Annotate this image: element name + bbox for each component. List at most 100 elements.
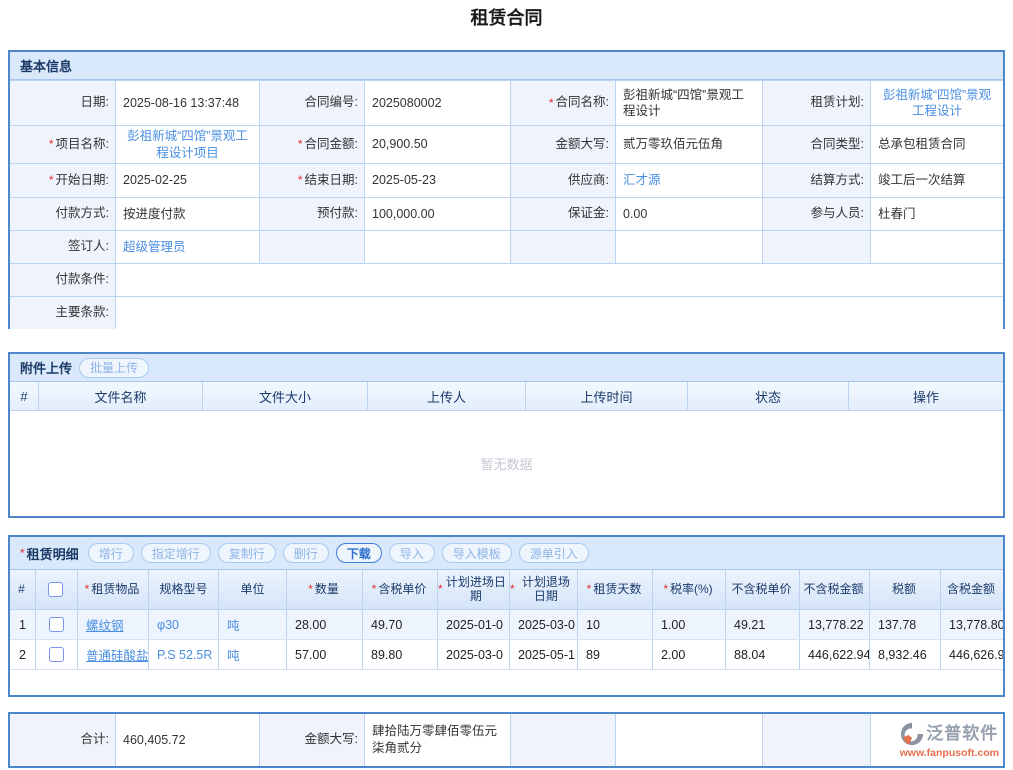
empty-cell	[510, 714, 615, 766]
unit-cell[interactable]: 吨	[227, 615, 240, 634]
attachments-header-row: # 文件名称 文件大小 上传人 上传时间 状态 操作	[10, 382, 1003, 411]
field-pay-method-value: 按进度付款	[115, 198, 259, 230]
att-col-filesize: 文件大小	[202, 382, 367, 410]
attachments-section-header: 附件上传 批量上传	[10, 354, 1003, 382]
field-date-value: 2025-08-16 13:37:48	[115, 81, 259, 125]
empty-cell	[762, 231, 870, 263]
fanpu-logo: 泛普软件 www.fanpusoft.com	[900, 722, 999, 759]
field-lease-plan-link[interactable]: 彭祖新城“四馆”景观工程设计	[878, 87, 996, 120]
brand-name: 泛普软件	[926, 725, 998, 742]
field-settle-method-label: 结算方式:	[762, 164, 870, 197]
field-contract-name-value: 彭祖新城“四馆”景观工程设计	[615, 81, 762, 125]
col-select	[35, 570, 77, 609]
col-price-inc-tax: *含税单价	[362, 570, 437, 609]
tax-amount-cell: 137.78	[869, 610, 940, 639]
lease-days-cell[interactable]: 10	[577, 610, 652, 639]
amount-ex-tax-cell: 13,778.22	[799, 610, 869, 639]
field-supplier-label: 供应商:	[510, 164, 615, 197]
field-amount-caps-value: 贰万零玖佰元伍角	[615, 126, 762, 163]
field-contract-name-label: *合同名称:	[510, 81, 615, 125]
att-col-filename: 文件名称	[38, 382, 202, 410]
col-unit: 单位	[218, 570, 286, 609]
field-amount-caps-label: 金额大写:	[510, 126, 615, 163]
field-prepay-value: 100,000.00	[364, 198, 510, 230]
qty-cell[interactable]: 57.00	[286, 640, 362, 669]
field-pay-terms-value	[115, 264, 1003, 296]
field-contract-no-label: 合同编号:	[259, 81, 364, 125]
col-qty: *数量	[286, 570, 362, 609]
planned-out-date-cell[interactable]: 2025-03-0	[509, 610, 577, 639]
basic-info-title: 基本信息	[20, 56, 72, 75]
tax-rate-cell[interactable]: 1.00	[652, 610, 725, 639]
tax-rate-cell[interactable]: 2.00	[652, 640, 725, 669]
field-signer-label: 签订人:	[10, 231, 115, 263]
price-inc-tax-cell[interactable]: 49.70	[362, 610, 437, 639]
item-link[interactable]: 螺纹钢	[86, 615, 124, 634]
col-price-ex-tax: 不含税单价	[725, 570, 799, 609]
col-lease-days: *租赁天数	[577, 570, 652, 609]
empty-cell	[615, 231, 762, 263]
add-row-button[interactable]: 增行	[88, 543, 134, 563]
row-checkbox[interactable]	[49, 647, 64, 662]
qty-cell[interactable]: 28.00	[286, 610, 362, 639]
download-button[interactable]: 下载	[336, 543, 382, 563]
select-all-checkbox[interactable]	[48, 582, 63, 597]
source-doc-button[interactable]: 源单引入	[519, 543, 589, 563]
price-ex-tax-cell: 88.04	[725, 640, 799, 669]
field-supplier-link[interactable]: 汇才源	[623, 172, 661, 188]
fanpu-logo-icon	[900, 722, 924, 746]
item-link[interactable]: 普通硅酸盐	[86, 645, 148, 664]
delete-row-button[interactable]: 删行	[283, 543, 329, 563]
unit-cell[interactable]: 吨	[227, 645, 240, 664]
spec-cell[interactable]: φ30	[157, 618, 179, 632]
total-label: 合计:	[10, 714, 115, 766]
lease-detail-panel: * 租赁明细 增行 指定增行 复制行 删行 下载 导入 导入模板 源单引入 # …	[8, 535, 1005, 697]
copy-row-button[interactable]: 复制行	[218, 543, 276, 563]
import-button[interactable]: 导入	[389, 543, 435, 563]
col-item: *租赁物品	[77, 570, 148, 609]
att-col-index: #	[10, 382, 38, 410]
import-template-button[interactable]: 导入模板	[442, 543, 512, 563]
field-pay-terms-label: 付款条件:	[10, 264, 115, 296]
att-col-actions: 操作	[848, 382, 1003, 410]
col-planned-in-date: *计划进场日期	[437, 570, 509, 609]
field-project-name-label: *项目名称:	[10, 126, 115, 163]
field-main-terms-label: 主要条款:	[10, 297, 115, 329]
planned-in-date-cell[interactable]: 2025-03-0	[437, 640, 509, 669]
price-inc-tax-cell[interactable]: 89.80	[362, 640, 437, 669]
att-col-uploader: 上传人	[367, 382, 525, 410]
lease-contract-page: 租赁合同 基本信息 日期: 2025-08-16 13:37:48 合同编号: …	[0, 0, 1013, 770]
total-value: 460,405.72	[115, 714, 259, 766]
col-tax-rate: *税率(%)	[652, 570, 725, 609]
field-start-date-label: *开始日期:	[10, 164, 115, 197]
spec-cell[interactable]: P.S 52.5R	[157, 648, 212, 662]
insert-row-button[interactable]: 指定增行	[141, 543, 211, 563]
empty-cell	[870, 231, 1003, 263]
price-ex-tax-cell: 49.21	[725, 610, 799, 639]
brand-url: www.fanpusoft.com	[900, 748, 999, 759]
batch-upload-button[interactable]: 批量上传	[79, 358, 149, 378]
basic-info-panel: 基本信息 日期: 2025-08-16 13:37:48 合同编号: 20250…	[8, 50, 1005, 329]
field-start-date-value: 2025-02-25	[115, 164, 259, 197]
col-spec: 规格型号	[148, 570, 218, 609]
planned-out-date-cell[interactable]: 2025-05-1	[509, 640, 577, 669]
field-end-date-label: *结束日期:	[259, 164, 364, 197]
field-contract-no-value: 2025080002	[364, 81, 510, 125]
field-main-terms-value	[115, 297, 1003, 329]
field-contract-amount-value: 20,900.50	[364, 126, 510, 163]
row-index: 1	[10, 610, 35, 639]
row-checkbox[interactable]	[49, 617, 64, 632]
col-planned-out-date: *计划退场日期	[509, 570, 577, 609]
empty-cell	[364, 231, 510, 263]
field-participants-value: 杜春门	[870, 198, 1003, 230]
lease-detail-header-row: # *租赁物品 规格型号 单位 *数量 *含税单价 *计划进场日期 *计划退场日…	[10, 570, 1003, 610]
planned-in-date-cell[interactable]: 2025-01-0	[437, 610, 509, 639]
empty-state-text: 暂无数据	[480, 454, 532, 473]
amount-ex-tax-cell: 446,622.94	[799, 640, 869, 669]
field-settle-method-value: 竣工后一次结算	[870, 164, 1003, 197]
tax-amount-cell: 8,932.46	[869, 640, 940, 669]
field-project-name-link[interactable]: 彭祖新城“四馆”景观工程设计项目	[123, 128, 252, 161]
field-signer-link[interactable]: 超级管理员	[123, 239, 186, 255]
lease-days-cell[interactable]: 89	[577, 640, 652, 669]
empty-cell	[259, 231, 364, 263]
